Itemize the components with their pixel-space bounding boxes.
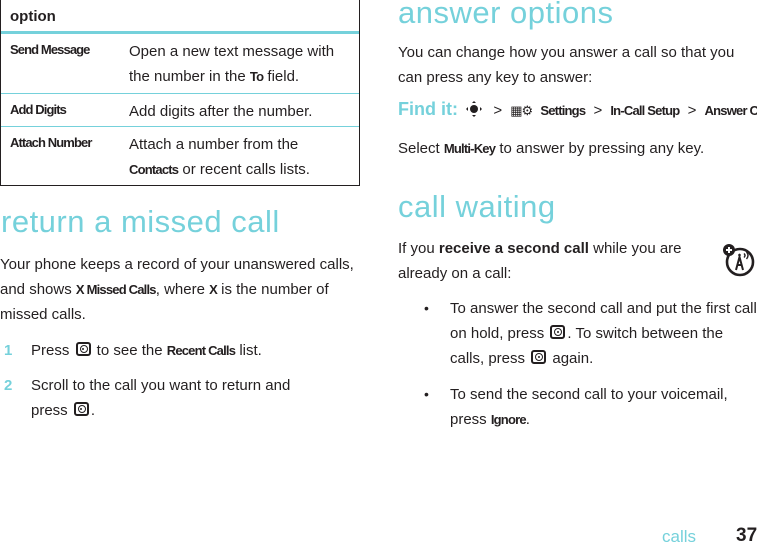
- bullet-glyph: •: [424, 386, 429, 402]
- option-name: Attach Number: [10, 135, 92, 150]
- desc-text: Add digits after the number.: [129, 103, 313, 120]
- center-key-icon: [75, 342, 91, 356]
- section-heading-missed-call: return a missed call: [1, 204, 280, 239]
- options-table-header: option: [1, 0, 359, 34]
- desc-text: Open a new text message with the number …: [129, 43, 335, 85]
- desc-text: field.: [263, 68, 300, 85]
- step-text: Scroll to the call you want to return an…: [31, 373, 301, 423]
- step-number: 2: [4, 377, 13, 394]
- option-description: Open a new text message with the number …: [121, 34, 359, 93]
- select-bold: Multi-Key: [443, 141, 496, 156]
- select-text: Select: [398, 140, 444, 157]
- call-waiting-intro: If you receive a second call while you a…: [398, 236, 698, 286]
- path-separator: >: [687, 102, 697, 119]
- step-text-part: Scroll to the call you want to return an…: [31, 377, 291, 419]
- bullet-bold: Ignore: [490, 412, 527, 427]
- nav-key-icon: [466, 101, 483, 117]
- step-text-part: .: [90, 402, 96, 419]
- path-separator: >: [493, 102, 503, 119]
- intro-text: , where: [155, 281, 210, 298]
- intro-bold: X: [209, 282, 218, 297]
- bullet-glyph: •: [424, 300, 429, 316]
- bullet-text: To answer the second call and put the fi…: [450, 296, 757, 371]
- table-row: Add Digits Add digits after the number.: [1, 94, 359, 127]
- bullet-text-part: again.: [548, 350, 594, 367]
- footer-section-name: calls: [662, 527, 697, 546]
- page-number: 37: [736, 525, 757, 546]
- center-key-icon: [550, 325, 566, 339]
- section-heading-answer-options: answer options: [398, 0, 614, 30]
- path-item-answer-options: Answer Options: [704, 103, 757, 118]
- step-number: 1: [4, 342, 13, 359]
- center-key-icon: [73, 402, 89, 416]
- desc-text: or recent calls lists.: [178, 161, 310, 178]
- bullet-text: To send the second call to your voicemai…: [450, 382, 740, 432]
- path-separator: >: [593, 102, 603, 119]
- missed-call-intro: Your phone keeps a record of your unansw…: [0, 252, 362, 327]
- desc-text: Attach a number from the: [129, 136, 299, 153]
- step-text: Press to see the Recent Calls list.: [31, 338, 351, 363]
- option-description: Add digits after the number.: [121, 94, 359, 126]
- intro-text: If you: [398, 240, 439, 257]
- path-item-in-call-setup: In-Call Setup: [610, 103, 680, 118]
- settings-icon: ▦⚙: [510, 103, 533, 118]
- intro-bold: X Missed Calls: [75, 282, 157, 297]
- answer-options-intro: You can change how you answer a call so …: [398, 44, 735, 86]
- section-heading-call-waiting: call waiting: [398, 189, 556, 224]
- find-it-path: Find it: > ▦⚙ Settings > In-Call Setup >…: [398, 99, 757, 120]
- table-row: Send Message Open a new text message wit…: [1, 34, 359, 94]
- option-description: Attach a number from the Contacts or rec…: [121, 127, 359, 185]
- step-text-part: Press: [31, 342, 74, 359]
- select-text: to answer by pressing any key.: [495, 140, 705, 157]
- find-it-label: Find it:: [398, 99, 458, 119]
- option-name: Send Message: [10, 42, 90, 57]
- intro-bold: receive a second call: [438, 240, 589, 257]
- option-name: Add Digits: [10, 102, 67, 117]
- options-table: option Send Message Open a new text mess…: [0, 0, 360, 186]
- step-text-part: list.: [235, 342, 262, 359]
- desc-bold: Contacts: [129, 162, 179, 177]
- desc-bold: To: [249, 69, 264, 84]
- step-bold: Recent Calls: [166, 343, 236, 358]
- step-text-part: to see the: [92, 342, 167, 359]
- bullet-text-part: .: [525, 411, 530, 428]
- path-item-settings: Settings: [540, 103, 586, 118]
- select-multikey-text: Select Multi-Key to answer by pressing a…: [398, 136, 757, 161]
- network-feature-icon: [723, 244, 755, 277]
- table-row: Attach Number Attach a number from the C…: [1, 127, 359, 185]
- center-key-icon: [531, 350, 547, 364]
